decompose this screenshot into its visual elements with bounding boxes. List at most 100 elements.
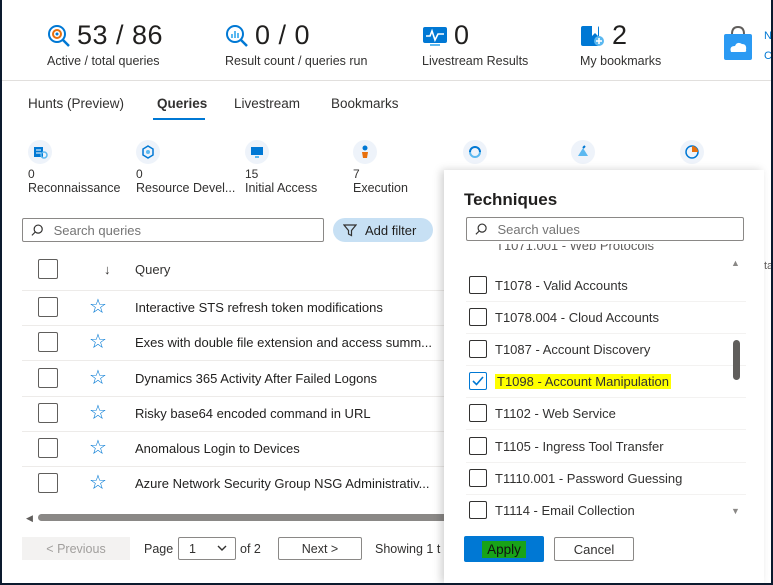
option-t1078-004[interactable]: T1078.004 - Cloud Accounts bbox=[469, 305, 659, 329]
row-divider bbox=[22, 431, 462, 432]
add-filter-label: Add filter bbox=[365, 222, 417, 238]
bookmark-icon bbox=[581, 25, 604, 46]
chevron-down-icon bbox=[217, 545, 227, 551]
option-label: T1110.001 - Password Guessing bbox=[495, 470, 683, 486]
tactic-resource-development[interactable]: 0 Resource Devel... bbox=[136, 140, 235, 195]
apply-button[interactable]: Apply bbox=[464, 536, 544, 562]
option-label: T1102 - Web Service bbox=[495, 405, 616, 421]
scroll-left-icon[interactable]: ◀ bbox=[26, 513, 33, 524]
shopping-bag-icon[interactable] bbox=[720, 24, 756, 62]
option-checkbox[interactable] bbox=[469, 308, 487, 326]
metric-value: 0 bbox=[454, 20, 470, 50]
tactic-count: 0 bbox=[28, 167, 35, 181]
scroll-up-icon[interactable]: ▲ bbox=[731, 258, 740, 268]
query-name[interactable]: Dynamics 365 Activity After Failed Logon… bbox=[135, 371, 435, 386]
option-checkbox[interactable] bbox=[469, 469, 487, 487]
tab-livestream[interactable]: Livestream bbox=[234, 96, 300, 111]
reconnaissance-icon bbox=[28, 140, 52, 164]
option-t1098[interactable]: T1098 - Account Manipulation bbox=[469, 369, 671, 393]
tactic-initial-access[interactable]: 15 Initial Access bbox=[245, 140, 317, 195]
header-divider bbox=[2, 80, 771, 81]
option-t1087[interactable]: T1087 - Account Discovery bbox=[469, 337, 650, 361]
tactic-reconnaissance[interactable]: 0 Reconnaissance bbox=[28, 140, 120, 195]
tactic-persistence[interactable] bbox=[463, 140, 487, 164]
star-icon[interactable]: ☆ bbox=[89, 368, 107, 388]
option-checkbox[interactable] bbox=[469, 276, 487, 294]
star-icon[interactable]: ☆ bbox=[89, 438, 107, 458]
search-icon bbox=[31, 224, 43, 236]
scroll-down-icon[interactable]: ▼ bbox=[731, 506, 740, 516]
add-filter-button[interactable]: Add filter bbox=[333, 218, 433, 242]
option-checkbox[interactable] bbox=[469, 404, 487, 422]
next-page-button[interactable]: Next > bbox=[278, 537, 362, 560]
option-t1105[interactable]: T1105 - Ingress Tool Transfer bbox=[469, 434, 664, 458]
row-checkbox[interactable] bbox=[38, 473, 58, 493]
option-divider bbox=[466, 429, 746, 430]
sort-arrow-icon[interactable]: ↓ bbox=[104, 262, 111, 277]
row-checkbox[interactable] bbox=[38, 368, 58, 388]
search-values-box[interactable] bbox=[466, 217, 744, 241]
metric-result-count: 0 / 0 Result count / queries run bbox=[225, 20, 367, 68]
query-name[interactable]: Azure Network Security Group NSG Adminis… bbox=[135, 476, 435, 491]
target-search-icon bbox=[48, 24, 70, 47]
option-divider bbox=[466, 397, 746, 398]
row-checkbox[interactable] bbox=[38, 297, 58, 317]
metric-active-queries: 53 / 86 Active / total queries bbox=[47, 20, 163, 68]
tactic-count: 15 bbox=[245, 167, 259, 181]
resource-development-icon bbox=[136, 140, 160, 164]
execution-icon bbox=[353, 140, 377, 164]
star-icon[interactable]: ☆ bbox=[89, 332, 107, 352]
cancel-button[interactable]: Cancel bbox=[554, 537, 634, 561]
tab-hunts[interactable]: Hunts (Preview) bbox=[28, 96, 124, 111]
filter-icon bbox=[343, 224, 357, 237]
initial-access-icon bbox=[245, 140, 269, 164]
select-all-checkbox[interactable] bbox=[38, 259, 58, 279]
query-name[interactable]: Exes with double file extension and acce… bbox=[135, 335, 435, 350]
search-queries-input[interactable] bbox=[53, 222, 323, 238]
star-icon[interactable]: ☆ bbox=[89, 403, 107, 423]
tactic-privilege-escalation[interactable] bbox=[571, 140, 595, 164]
tactic-execution[interactable]: 7 Execution bbox=[353, 140, 408, 195]
column-header-query[interactable]: Query bbox=[135, 262, 170, 277]
active-tab-indicator bbox=[153, 118, 205, 120]
row-checkbox[interactable] bbox=[38, 438, 58, 458]
clipped-text: ta bbox=[764, 260, 771, 272]
tab-queries[interactable]: Queries bbox=[157, 96, 207, 111]
row-divider bbox=[22, 396, 462, 397]
search-queries-box[interactable] bbox=[22, 218, 324, 242]
row-checkbox[interactable] bbox=[38, 403, 58, 423]
tactic-defense-evasion[interactable] bbox=[680, 140, 704, 164]
option-label: T1087 - Account Discovery bbox=[495, 341, 651, 357]
row-checkbox[interactable] bbox=[38, 332, 58, 352]
star-icon[interactable]: ☆ bbox=[89, 473, 107, 493]
option-t1078[interactable]: T1078 - Valid Accounts bbox=[469, 273, 628, 297]
metric-label: Livestream Results bbox=[422, 54, 529, 68]
option-divider bbox=[466, 301, 746, 302]
horizontal-scrollbar[interactable]: ◀ bbox=[26, 513, 458, 524]
option-checkbox[interactable] bbox=[469, 437, 487, 455]
tab-bookmarks[interactable]: Bookmarks bbox=[331, 96, 399, 111]
option-t1102[interactable]: T1102 - Web Service bbox=[469, 401, 616, 425]
search-values-input[interactable] bbox=[497, 221, 743, 237]
livestream-icon bbox=[423, 26, 447, 46]
option-label: T1098 - Account Manipulation bbox=[495, 373, 671, 389]
page-select[interactable]: 1 bbox=[178, 537, 236, 560]
previous-page-button[interactable]: < Previous bbox=[22, 537, 130, 560]
star-icon[interactable]: ☆ bbox=[89, 297, 107, 317]
metric-value: 2 bbox=[612, 20, 628, 50]
query-name[interactable]: Anomalous Login to Devices bbox=[135, 441, 435, 456]
tactic-name: Initial Access bbox=[245, 181, 318, 195]
option-t1110-001[interactable]: T1110.001 - Password Guessing bbox=[469, 466, 682, 490]
query-name[interactable]: Risky base64 encoded command in URL bbox=[135, 406, 435, 421]
vertical-scrollbar-thumb[interactable] bbox=[733, 340, 740, 380]
query-name[interactable]: Interactive STS refresh token modificati… bbox=[135, 300, 435, 315]
option-checkbox-checked[interactable] bbox=[469, 372, 487, 390]
apply-label: Apply bbox=[482, 540, 526, 558]
option-checkbox[interactable] bbox=[469, 501, 487, 519]
option-checkbox[interactable] bbox=[469, 340, 487, 358]
metric-label: Active / total queries bbox=[47, 54, 160, 68]
scrollbar-thumb[interactable] bbox=[38, 514, 458, 521]
clipped-option: T1071.001 - Web Protocols bbox=[496, 244, 655, 252]
option-label: T1078 - Valid Accounts bbox=[495, 277, 628, 293]
option-t1114[interactable]: T1114 - Email Collection bbox=[469, 498, 635, 522]
